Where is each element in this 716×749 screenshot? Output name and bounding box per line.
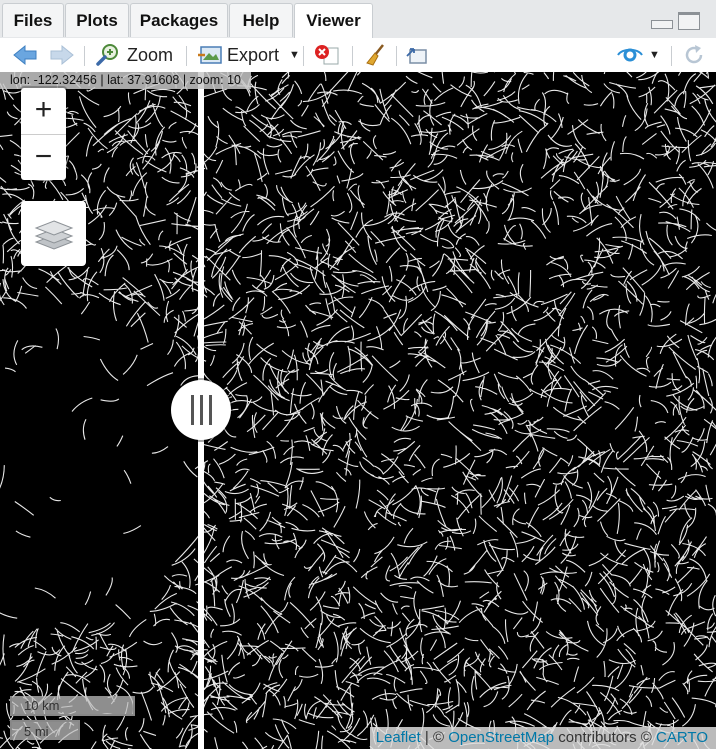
broom-icon[interactable] <box>363 38 387 72</box>
attribution-contributors: contributors © <box>554 729 657 746</box>
layers-control[interactable] <box>21 201 86 266</box>
tab-help[interactable]: Help <box>229 3 293 37</box>
layers-icon <box>34 219 73 250</box>
scale-bar-mi: 5 mi <box>10 720 80 740</box>
swipe-handle[interactable] <box>171 380 231 440</box>
edge-lines <box>0 72 716 749</box>
tab-files[interactable]: Files <box>2 3 64 37</box>
tab-plots[interactable]: Plots <box>65 3 129 37</box>
zoom-out-button[interactable]: − <box>21 135 66 181</box>
zoom-control: + − <box>21 88 66 180</box>
mouse-coordinates: lon: -122.32456 | lat: 37.91608 | zoom: … <box>0 72 251 89</box>
publish-dropdown-icon: ▼ <box>649 49 660 61</box>
forward-arrow-icon[interactable] <box>49 38 75 72</box>
pane-tab-bar: Files Plots Packages Help Viewer <box>0 0 716 39</box>
export-label: Export <box>227 44 280 65</box>
attribution-separator: | © <box>420 729 449 746</box>
viewer-toolbar: Zoom Export ▼ ▼ <box>0 38 716 73</box>
publish-button[interactable]: ▼ <box>617 38 660 72</box>
leaflet-link[interactable]: Leaflet <box>376 729 421 746</box>
grip-line <box>190 395 194 425</box>
grip-line <box>208 395 212 425</box>
zoom-in-button[interactable]: + <box>21 88 66 135</box>
minimize-pane-icon[interactable] <box>651 20 673 29</box>
remove-icon[interactable] <box>314 38 340 72</box>
zoom-label: Zoom <box>127 44 174 65</box>
scale-bar-km: 10 km <box>10 696 135 716</box>
tab-viewer[interactable]: Viewer <box>294 3 373 39</box>
maximize-pane-icon[interactable] <box>678 12 700 30</box>
tab-packages[interactable]: Packages <box>130 3 228 37</box>
leaflet-map[interactable]: lon: -122.32456 | lat: 37.91608 | zoom: … <box>0 72 716 749</box>
refresh-icon[interactable] <box>682 38 706 72</box>
popout-icon[interactable] <box>405 38 429 72</box>
back-arrow-icon[interactable] <box>12 38 38 72</box>
map-attribution: Leaflet | © OpenStreetMap contributors ©… <box>369 727 716 749</box>
openstreetmap-link[interactable]: OpenStreetMap <box>448 729 554 746</box>
zoom-icon <box>96 44 118 66</box>
export-icon <box>198 46 222 64</box>
export-dropdown-icon: ▼ <box>289 49 300 61</box>
zoom-button[interactable]: Zoom <box>96 38 173 72</box>
export-button[interactable]: Export ▼ <box>197 38 300 72</box>
carto-link[interactable]: CARTO <box>656 729 708 746</box>
edge-detection-raster <box>0 72 716 749</box>
publish-icon <box>617 48 643 62</box>
grip-line <box>199 395 203 425</box>
